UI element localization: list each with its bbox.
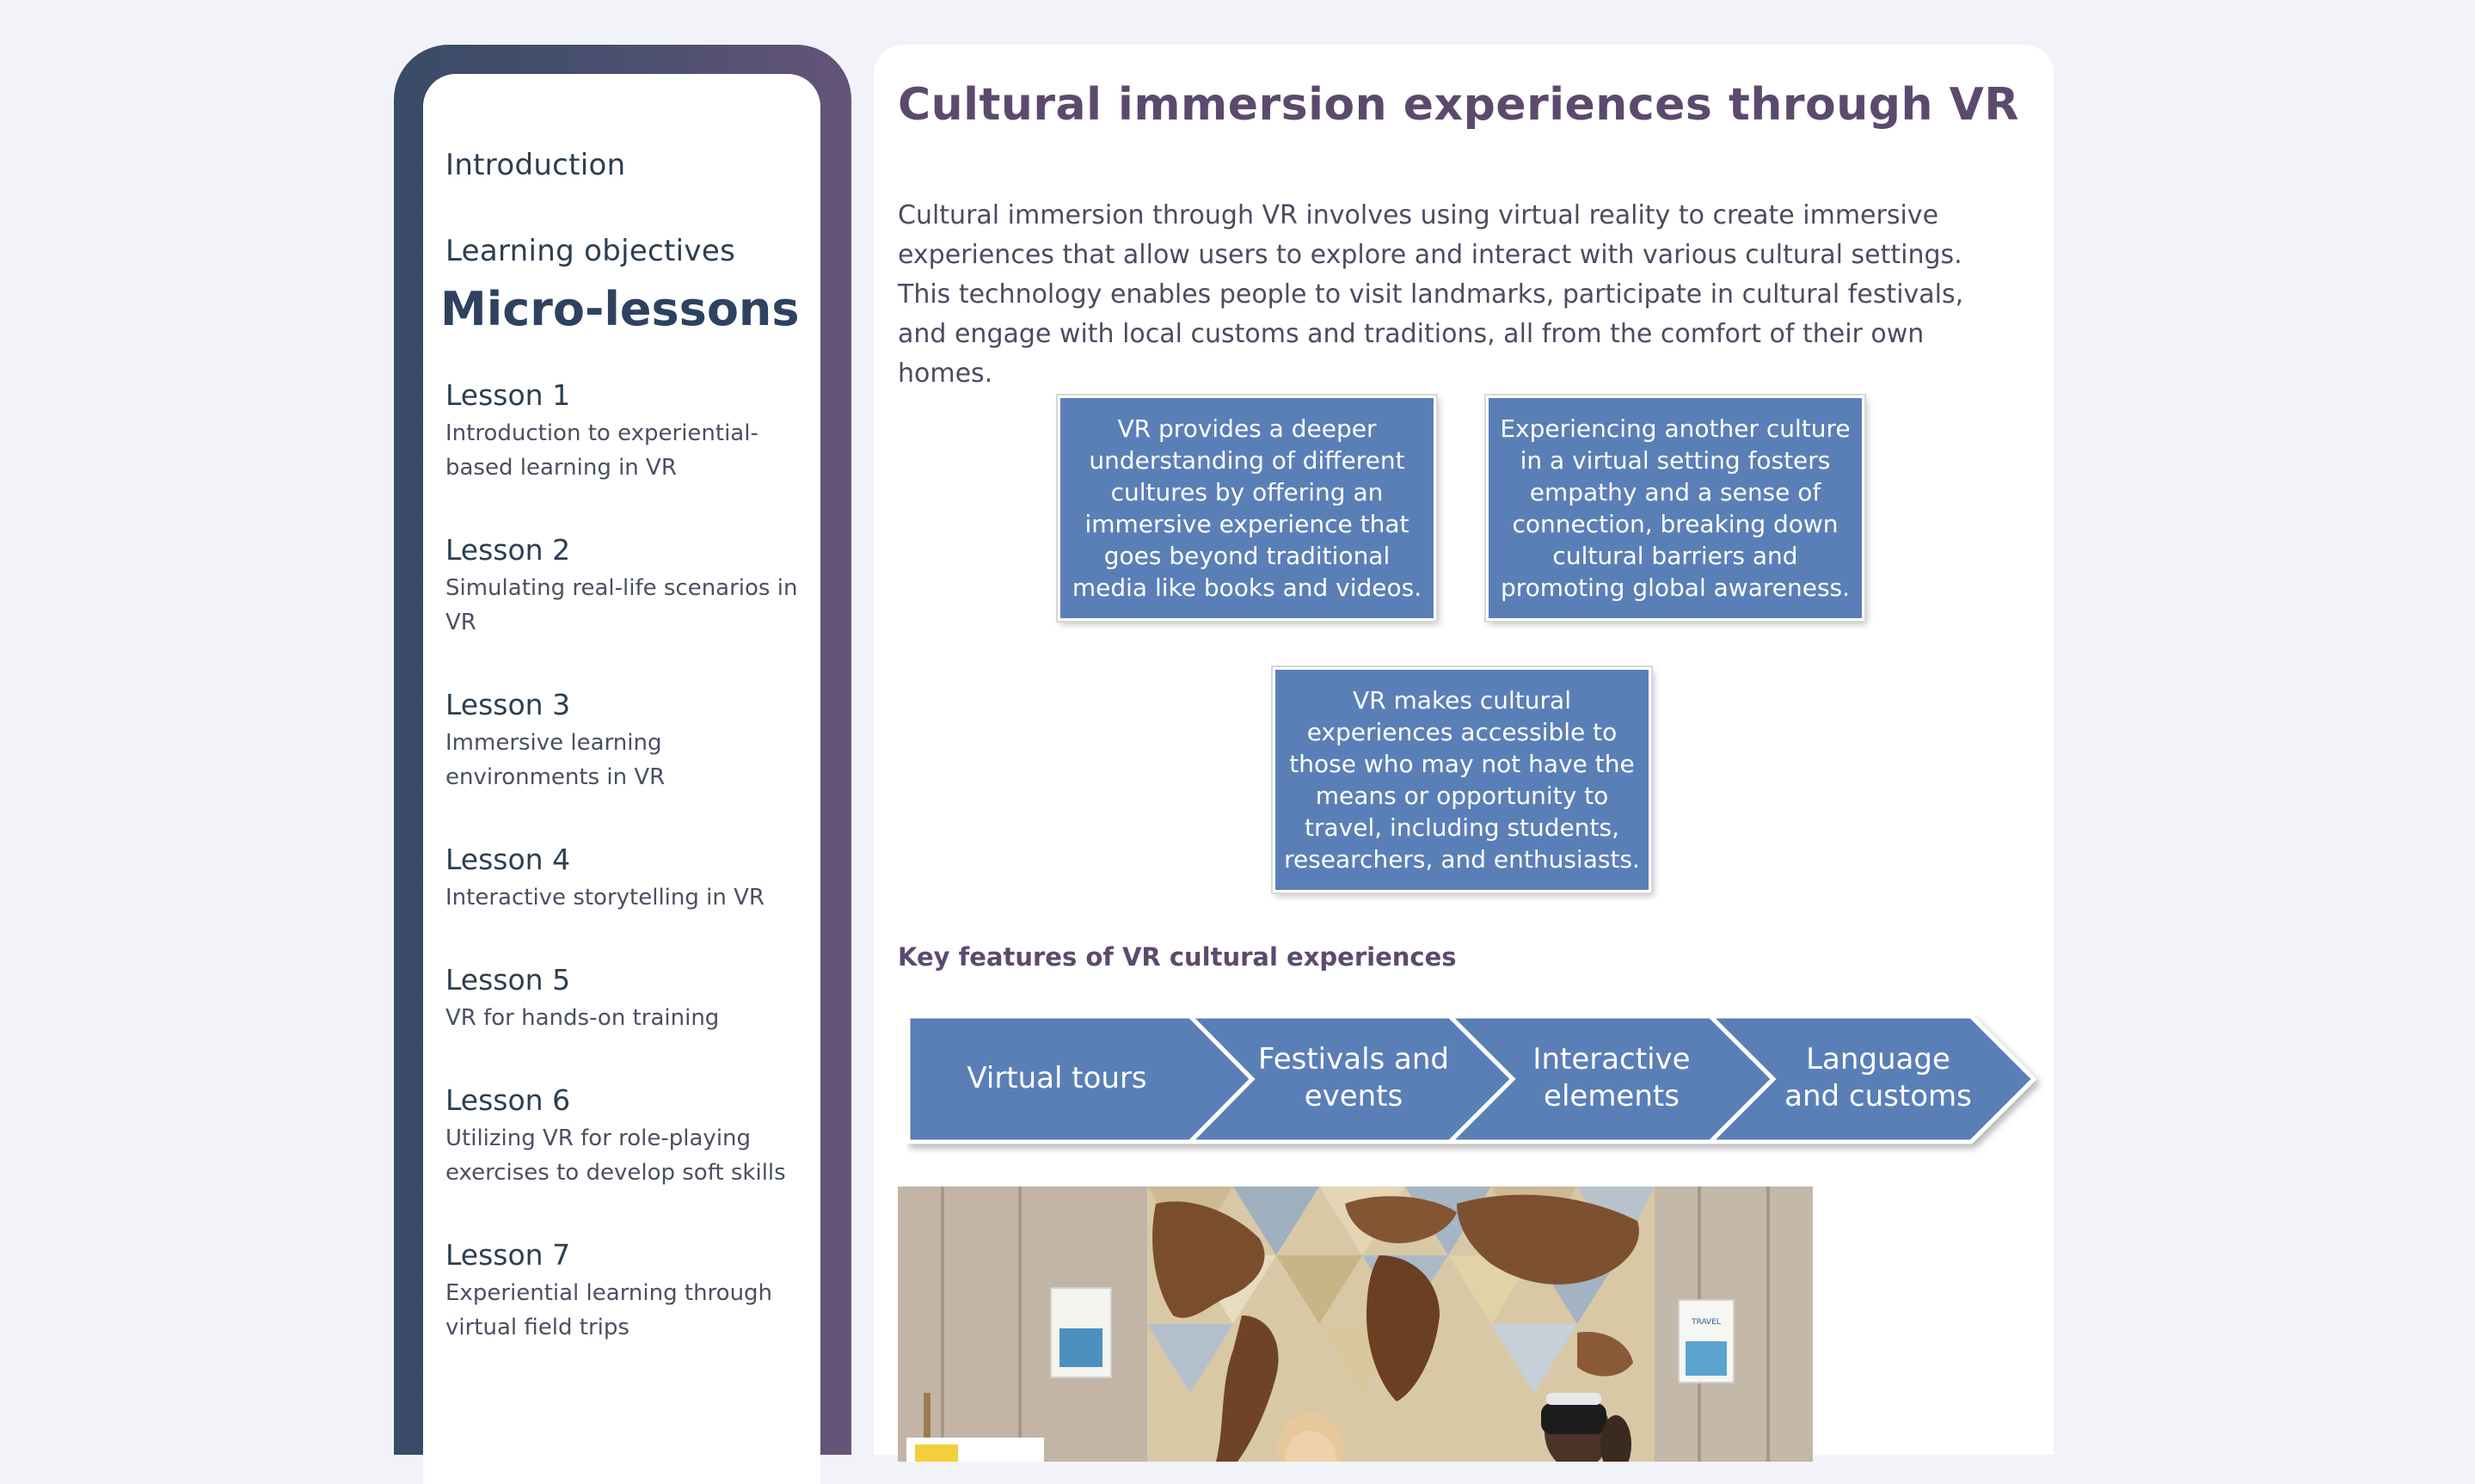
lesson-description: Interactive storytelling in VR [445, 885, 765, 911]
feature-label-language: Language and customs [1784, 1042, 1972, 1113]
concept-text: VR makes cultural experiences accessible… [1284, 686, 1640, 874]
features-heading: Key features of VR cultural experiences [898, 942, 1457, 972]
lesson-title: Lesson 4 [445, 843, 571, 876]
micro-lessons-heading: Micro-lessons [440, 282, 800, 336]
feature-label-interactive: Interactive elements [1532, 1042, 1691, 1113]
lesson-item-6[interactable]: Lesson 6 Utilizing VR for role-playing e… [445, 1082, 807, 1190]
lesson-item-2[interactable]: Lesson 2 Simulating real-life scenarios … [445, 531, 807, 640]
nav-link-introduction[interactable]: Introduction [445, 148, 626, 182]
lesson-title: Lesson 2 [445, 533, 571, 567]
lesson-item-5[interactable]: Lesson 5 VR for hands-on training [445, 961, 807, 1035]
concept-text: VR provides a deeper understanding of di… [1072, 414, 1422, 602]
vr-world-map-photo: TRAVEL [898, 1187, 1813, 1462]
lesson-title: Lesson 7 [445, 1238, 571, 1272]
lesson-description: Immersive learning environments in VR [445, 730, 666, 790]
concept-text: Experiencing another culture in a virtua… [1500, 414, 1851, 602]
lesson-title: Lesson 5 [445, 963, 571, 996]
lesson-description: Introduction to experiential-based learn… [445, 420, 758, 481]
concept-box-deeper-understanding: VR provides a deeper understanding of di… [1058, 396, 1436, 621]
lesson-title: Lesson 3 [445, 688, 571, 721]
lesson-item-1[interactable]: Lesson 1 Introduction to experiential-ba… [445, 377, 807, 485]
nav-link-learning-objectives[interactable]: Learning objectives [445, 234, 735, 268]
concept-box-empathy: Experiencing another culture in a virtua… [1486, 396, 1864, 621]
page-title: Cultural immersion experiences through V… [898, 79, 2019, 131]
lesson-description: Experiential learning through virtual fi… [445, 1280, 773, 1340]
poster-travel-text: TRAVEL [1691, 1318, 1721, 1327]
features-chevron-diagram: Virtual tours Festivals and events Inter… [906, 1015, 2059, 1195]
lesson-item-3[interactable]: Lesson 3 Immersive learning environments… [445, 686, 807, 794]
lesson-item-7[interactable]: Lesson 7 Experiential learning through v… [445, 1236, 807, 1345]
sidebar-panel: Introduction Learning objectives Micro-l… [423, 74, 820, 1484]
intro-paragraph: Cultural immersion through VR involves u… [898, 200, 1964, 389]
lesson-title: Lesson 1 [445, 378, 571, 412]
lesson-item-4[interactable]: Lesson 4 Interactive storytelling in VR [445, 841, 807, 915]
sidebar: Introduction Learning objectives Micro-l… [394, 45, 851, 1484]
feature-label-virtual-tours: Virtual tours [967, 1060, 1147, 1095]
feature-label-festivals: Festivals and events [1258, 1042, 1449, 1113]
lesson-description: Simulating real-life scenarios in VR [445, 575, 798, 635]
lesson-description: Utilizing VR for role-playing exercises … [445, 1125, 786, 1186]
lesson-title: Lesson 6 [445, 1083, 571, 1117]
concept-box-accessibility: VR makes cultural experiences accessible… [1273, 667, 1651, 892]
main-content: Cultural immersion experiences through V… [874, 45, 2054, 1462]
lesson-description: VR for hands-on training [445, 1005, 720, 1031]
